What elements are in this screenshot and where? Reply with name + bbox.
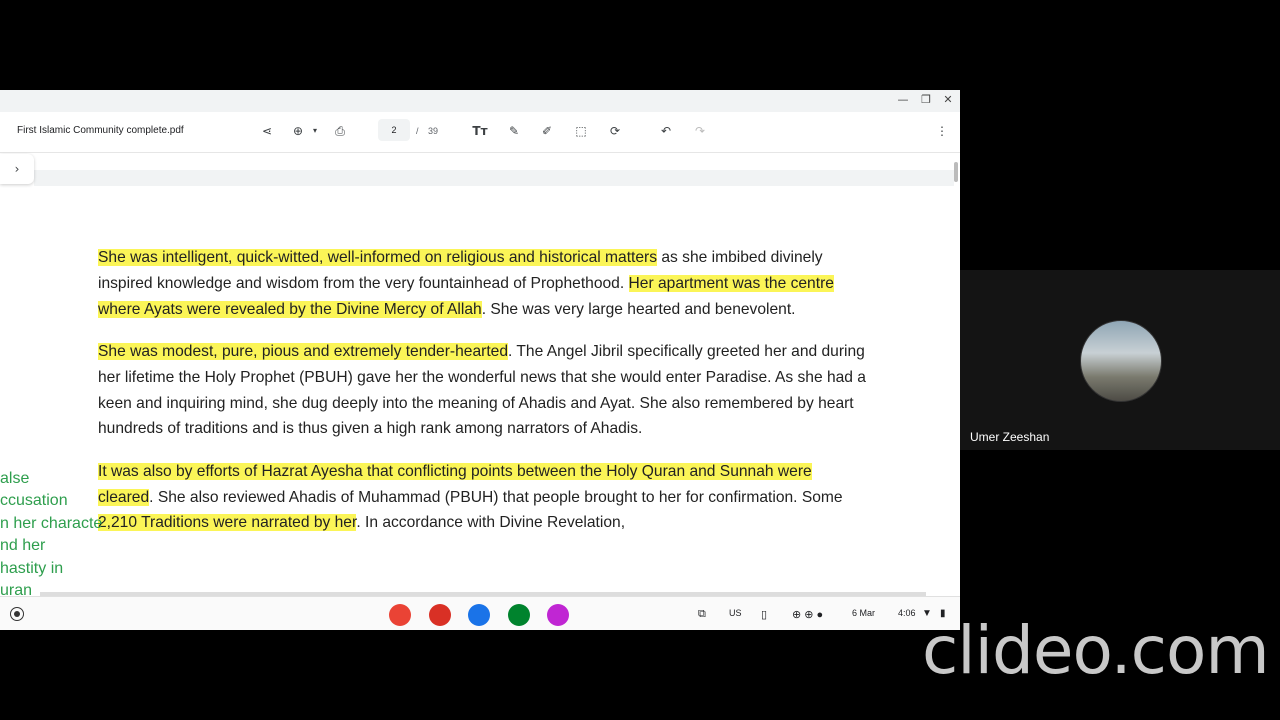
close-icon[interactable]: ✕ [941,93,955,107]
share-icon[interactable]: ⋖ [258,122,276,140]
highlighted-text: She was intelligent, quick-witted, well-… [98,249,658,266]
more-vert-icon[interactable]: ⋮ [933,122,951,140]
pen-icon[interactable]: ✎ [505,122,523,140]
page-gap [34,170,954,186]
selection-icon[interactable]: ⬚ [572,122,590,140]
print-icon[interactable]: ⎙ [331,122,349,140]
avatar [1080,320,1162,402]
keyboard-layout[interactable]: US [729,608,742,618]
redo-icon[interactable]: ↷ [691,122,709,140]
annotation-line: n her characte [0,514,103,532]
files-icon[interactable] [468,604,490,626]
participant-name: Umer Zeeshan [970,430,1050,444]
os-shelf: ⧉ US ▯ ⊕ ⊕ ● 6 Mar 4:06 ▼ ▮ [0,596,960,630]
highlighted-text: She was modest, pure, pious and extremel… [98,342,508,360]
shared-screen: — ❐ ✕ First Islamic Community complete.p… [0,90,960,630]
restore-icon[interactable]: ❐ [919,93,933,107]
annotation-line: nd her [0,537,46,555]
paragraph: She was modest, pure, pious and extremel… [98,339,868,442]
file-name: First Islamic Community complete.pdf [17,125,184,136]
body-text: . She was very large hearted and benevol… [481,300,796,318]
paragraph: It was also by efforts of Hazrat Ayesha … [98,459,868,536]
margin-annotation: alse ccusation n her characte nd her hastity… [0,468,130,602]
status-icons[interactable]: ⊕ ⊕ ● [792,608,823,621]
body-text: . She also reviewed Ahadis of Muhammad (… [149,488,843,506]
annotation-line: hastity in [0,559,64,577]
window-titlebar: — ❐ ✕ [0,90,960,112]
screencast-icon[interactable] [547,604,569,626]
phone-hub-icon[interactable]: ▯ [761,608,767,621]
holding-space-icon[interactable]: ⧉ [698,608,706,621]
page-total: 39 [428,126,439,136]
page-number-input[interactable]: 2 [378,119,410,141]
pdf-toolbar: First Islamic Community complete.pdf ⋖ ⊕… [0,112,960,153]
paragraph: She was intelligent, quick-witted, well-… [98,245,868,322]
highlighter-icon[interactable]: ✐ [538,122,556,140]
zoom-in-icon[interactable]: ⊕ [289,122,307,140]
watermark: clideo.com [922,612,1270,689]
vertical-scrollbar[interactable] [954,162,958,182]
annotation-line: alse [0,470,30,487]
minimize-icon[interactable]: — [896,93,910,107]
rotate-icon[interactable]: ⟳ [606,122,624,140]
participant-tile[interactable]: Umer Zeeshan [960,270,1280,450]
meet-icon[interactable] [507,604,530,626]
chevron-right-icon: › [14,162,20,176]
chevron-down-icon[interactable]: ▾ [306,122,324,140]
launcher-icon[interactable] [10,607,24,621]
text-icon[interactable]: Tт [471,122,489,140]
date[interactable]: 6 Mar [852,608,875,618]
undo-icon[interactable]: ↶ [657,122,675,140]
sidebar-toggle-button[interactable]: › [0,154,34,184]
annotation-line: ccusation [0,492,68,510]
page-separator: / [416,126,419,136]
pdf-page-content: She was intelligent, quick-witted, well-… [98,245,868,553]
highlighted-text: 2,210 Traditions were narrated by her [98,514,357,532]
body-text: . In accordance with Divine Revelation, [356,514,626,532]
annotation-line: uran [0,582,33,600]
chrome-icon[interactable] [389,604,411,626]
time[interactable]: 4:06 [898,608,916,618]
gmail-icon[interactable] [428,604,451,626]
